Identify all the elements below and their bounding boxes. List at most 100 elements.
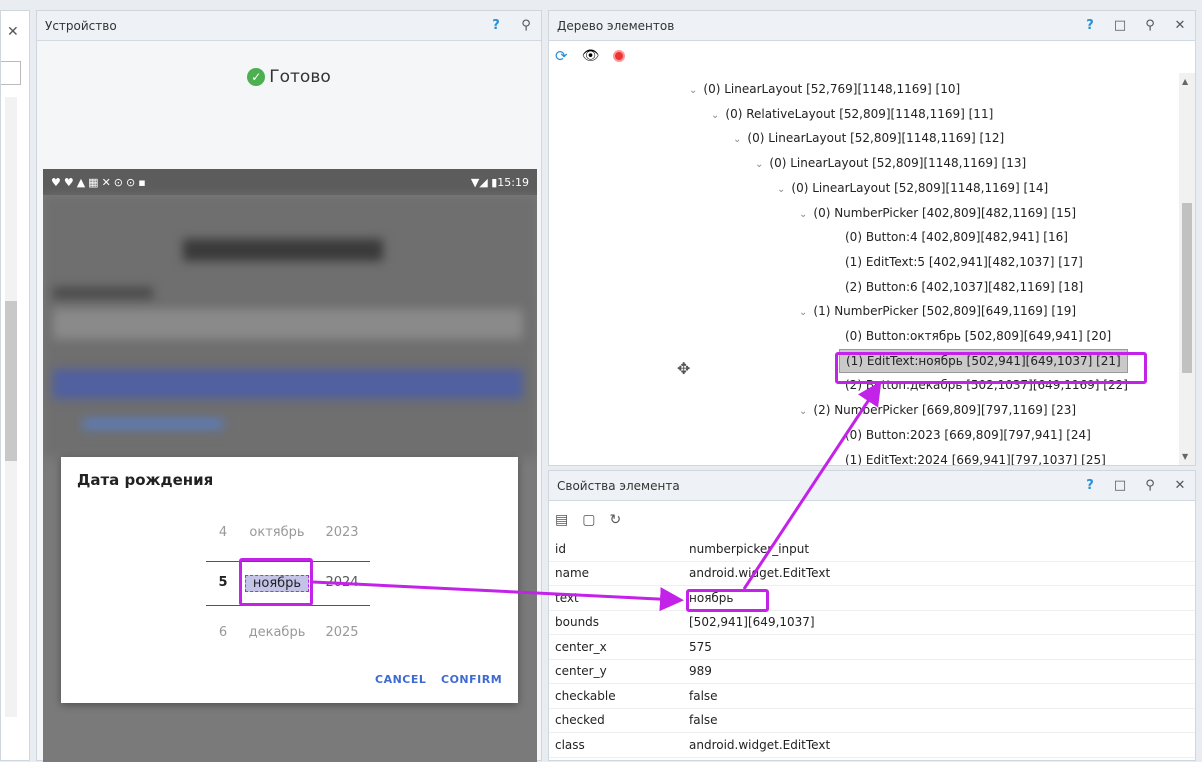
refresh-icon[interactable]: ↻ <box>609 512 621 528</box>
tree-node[interactable]: ⌄ (0) NumberPicker [402,809][482,1169] [1… <box>799 201 1076 225</box>
property-value: false <box>689 713 718 728</box>
chevron-down-icon[interactable]: ⌄ <box>777 184 785 195</box>
property-row[interactable]: bounds [502,941][649,1037] <box>549 611 1195 635</box>
tree-node[interactable]: ⌄ (2) NumberPicker [669,809][797,1169] [2… <box>799 398 1076 422</box>
property-row[interactable]: checked false <box>549 709 1195 733</box>
tree-scrollbar[interactable]: ▲ ▼ <box>1179 73 1195 465</box>
property-row[interactable]: center_x 575 <box>549 635 1195 660</box>
property-key: center_x <box>555 639 607 654</box>
document-icon[interactable]: ▤ <box>555 512 568 528</box>
eye-icon[interactable]: 👁 <box>582 48 600 64</box>
chevron-down-icon[interactable]: ⌄ <box>799 307 807 318</box>
close-icon[interactable]: ✕ <box>1165 18 1195 33</box>
pin-icon[interactable]: ⚲ <box>1135 478 1165 493</box>
chevron-down-icon[interactable]: ⌄ <box>711 110 719 121</box>
tree-node-label: (0) Button:4 [402,809][482,941] [16] <box>845 230 1068 245</box>
tree-node-label: (0) LinearLayout [52,809][1148,1169] [13… <box>769 156 1027 171</box>
tree-scrollbar-thumb[interactable] <box>1182 203 1192 373</box>
tree-node-label: (1) NumberPicker [502,809][649,1169] [19… <box>813 304 1077 319</box>
year-current[interactable]: 2024 <box>319 575 365 590</box>
close-icon[interactable]: ✕ <box>7 24 19 40</box>
phone-screen[interactable]: ♥♥▲▦✕⊙⊙▪ ▼◢ ▮ 15:19 Дата рождения 4 5 6 … <box>43 169 537 762</box>
left-input[interactable] <box>1 61 21 85</box>
property-row[interactable]: text ноябрь <box>549 586 1195 611</box>
property-key: bounds <box>555 615 600 630</box>
property-row[interactable]: center_y 989 <box>549 660 1195 684</box>
tree-node[interactable]: (0) Button:4 [402,809][482,941] [16] <box>845 225 1068 249</box>
tree-node[interactable]: ⌄ (1) NumberPicker [502,809][649,1169] [1… <box>799 299 1076 323</box>
tree-node[interactable]: (2) Button:6 [402,1037][482,1169] [18] <box>845 275 1083 299</box>
tree-node[interactable]: ⌄ (0) LinearLayout [52,769][1148,1169] [1… <box>689 77 960 101</box>
status-text: Готово <box>269 67 331 87</box>
chevron-down-icon[interactable]: ⌄ <box>733 134 741 145</box>
tree-view[interactable]: ⌄ (0) LinearLayout [52,769][1148,1169] [1… <box>549 73 1179 465</box>
tree-node[interactable]: (0) Button:2023 [669,809][797,941] [24] <box>845 423 1091 447</box>
help-icon[interactable]: ? <box>1075 478 1105 493</box>
property-value: [502,941][649,1037] <box>689 615 815 630</box>
tree-node[interactable]: ⌄ (0) LinearLayout [52,809][1148,1169] [1… <box>755 151 1026 175</box>
tree-node-label: (0) Button:октябрь [502,809][649,941] [2… <box>845 329 1112 343</box>
scroll-up-icon[interactable]: ▲ <box>1182 77 1188 86</box>
blurred-link <box>83 419 223 429</box>
blurred-input <box>53 309 523 339</box>
props-panel-title: Свойства элемента <box>557 478 680 493</box>
blurred-label <box>53 287 153 299</box>
close-icon[interactable]: ✕ <box>1165 478 1195 493</box>
property-value: android.widget.EditText <box>689 737 831 752</box>
chevron-down-icon[interactable]: ⌄ <box>689 85 697 96</box>
help-icon[interactable]: ? <box>1075 18 1105 33</box>
chevron-down-icon[interactable]: ⌄ <box>799 406 807 417</box>
left-scrollbar-thumb[interactable] <box>5 301 17 461</box>
tree-node[interactable]: (0) Button:октябрь [502,809][649,941] [2… <box>845 324 1111 348</box>
chevron-down-icon[interactable]: ⌄ <box>755 159 763 170</box>
blurred-button <box>53 369 523 399</box>
year-next[interactable]: 2025 <box>319 625 365 640</box>
day-current[interactable]: 5 <box>211 575 235 590</box>
property-key: checkable <box>555 688 616 703</box>
confirm-button[interactable]: CONFIRM <box>441 673 502 686</box>
property-key: text <box>555 590 579 605</box>
day-prev[interactable]: 4 <box>211 525 235 540</box>
properties-table: id numberpicker_inputname android.widget.E… <box>549 537 1195 758</box>
property-value: 575 <box>689 639 712 654</box>
pin-icon[interactable]: ⚲ <box>1135 18 1165 33</box>
record-icon[interactable] <box>613 50 626 62</box>
month-prev[interactable]: октябрь <box>245 525 309 540</box>
cancel-button[interactable]: CANCEL <box>375 673 426 686</box>
property-row[interactable]: name android.widget.EditText <box>549 562 1195 586</box>
month-next[interactable]: декабрь <box>245 625 309 640</box>
props-panel-header: Свойства элемента ? □ ⚲ ✕ <box>549 471 1195 501</box>
property-row[interactable]: checkable false <box>549 684 1195 709</box>
copy-icon[interactable]: ▢ <box>582 512 595 528</box>
tree-node[interactable]: ⌄ (0) LinearLayout [52,809][1148,1169] [1… <box>733 126 1004 150</box>
tree-node[interactable]: ⌄ (0) LinearLayout [52,809][1148,1169] [1… <box>777 176 1048 200</box>
chevron-down-icon[interactable]: ⌄ <box>799 209 807 220</box>
tree-node[interactable]: (1) EditText:2024 [669,941][797,1037] [2… <box>845 448 1106 466</box>
property-key: name <box>555 566 590 581</box>
tree-node[interactable]: ⌄ (0) RelativeLayout [52,809][1148,1169] … <box>711 102 993 126</box>
highlight-tree-node <box>835 352 1147 384</box>
property-key: id <box>555 541 566 556</box>
property-row[interactable]: id numberpicker_input <box>549 537 1195 562</box>
day-next[interactable]: 6 <box>211 625 235 640</box>
maximize-icon[interactable]: □ <box>1105 18 1135 33</box>
property-value: android.widget.EditText <box>689 566 831 581</box>
pin-icon[interactable]: ⚲ <box>511 18 541 33</box>
property-value: numberpicker_input <box>689 541 810 556</box>
tree-node-label: (0) LinearLayout [52,809][1148,1169] [14… <box>791 180 1049 195</box>
property-key: class <box>555 737 585 752</box>
help-icon[interactable]: ? <box>481 18 511 33</box>
phone-time: 15:19 <box>497 175 529 189</box>
tree-toolbar: ⟳ 👁 <box>549 41 1195 71</box>
property-value: 989 <box>689 664 712 679</box>
maximize-icon[interactable]: □ <box>1105 478 1135 493</box>
refresh-icon[interactable]: ⟳ <box>555 47 568 65</box>
tree-node[interactable]: (1) EditText:5 [402,941][482,1037] [17] <box>845 250 1083 274</box>
property-key: center_y <box>555 664 607 679</box>
tree-node-label: (0) NumberPicker [402,809][482,1169] [15… <box>813 205 1077 220</box>
scroll-down-icon[interactable]: ▼ <box>1182 452 1188 461</box>
tree-panel-header: Дерево элементов ? □ ⚲ ✕ <box>549 11 1195 41</box>
left-collapsed-panel: ✕ <box>0 10 30 761</box>
property-row[interactable]: class android.widget.EditText <box>549 733 1195 758</box>
year-prev[interactable]: 2023 <box>319 525 365 540</box>
